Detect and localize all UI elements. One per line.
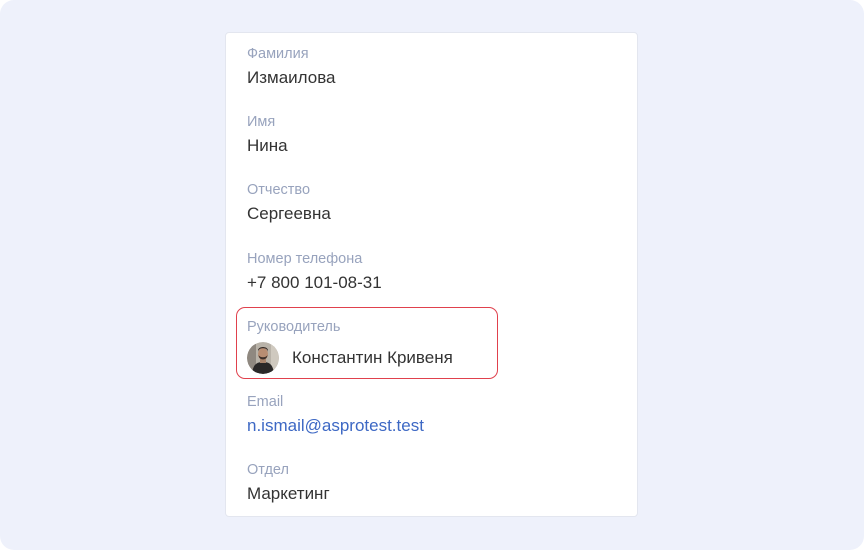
patronymic-value: Сергеевна <box>247 204 331 223</box>
phone-field: Номер телефона +7 800 101-08-31 <box>247 250 382 294</box>
phone-label: Номер телефона <box>247 251 363 267</box>
patronymic-field: Отчество Сергеевна <box>247 181 331 225</box>
phone-value: +7 800 101-08-31 <box>247 273 382 292</box>
first-name-field: Имя Нина <box>247 113 288 157</box>
manager-name: Константин Кривеня <box>292 348 453 367</box>
email-field: Email n.ismail@asprotest.test <box>247 393 424 437</box>
patronymic-label: Отчество <box>247 182 311 198</box>
last-name-field: Фамилия Измаилова <box>247 45 336 89</box>
employee-profile-card: Фамилия Измаилова Имя Нина Отчество Серг… <box>225 32 638 517</box>
manager-link[interactable]: Константин Кривеня <box>247 342 453 374</box>
user-avatar-icon <box>247 342 279 374</box>
last-name-value: Измаилова <box>247 68 336 87</box>
department-field: Отдел Маркетинг <box>247 461 330 505</box>
manager-label: Руководитель <box>247 319 341 335</box>
last-name-label: Фамилия <box>247 46 309 62</box>
page-background: Фамилия Измаилова Имя Нина Отчество Серг… <box>0 0 864 550</box>
first-name-label: Имя <box>247 114 276 130</box>
department-value: Маркетинг <box>247 484 330 503</box>
department-label: Отдел <box>247 462 289 478</box>
email-link[interactable]: n.ismail@asprotest.test <box>247 415 424 437</box>
email-label: Email <box>247 394 284 410</box>
first-name-value: Нина <box>247 136 288 155</box>
manager-field: Руководитель Константин Кривеня <box>247 318 453 374</box>
avatar-photo-graphic <box>247 342 279 374</box>
